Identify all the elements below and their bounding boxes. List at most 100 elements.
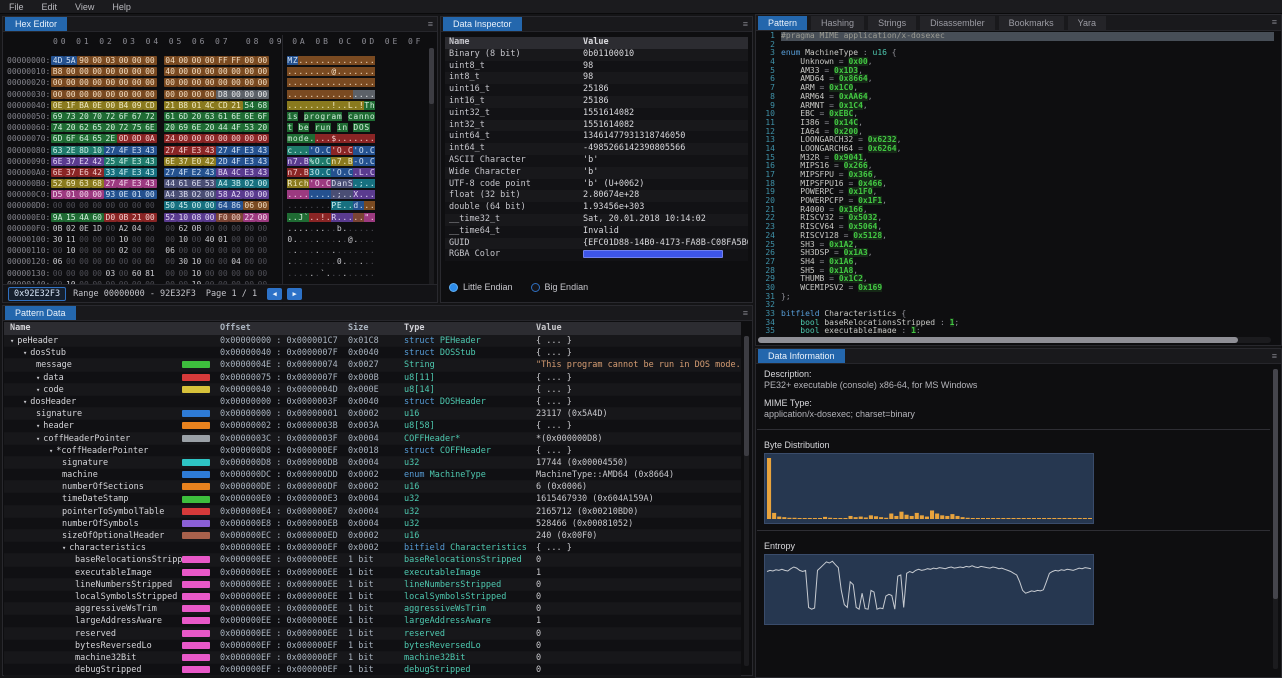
tab-hashing[interactable]: Hashing [811,16,864,30]
pattern-size: 0x0002 [348,542,404,553]
menu-item-view[interactable]: View [66,2,103,12]
inspector-row[interactable]: RGBA Color [445,249,748,261]
pattern-row[interactable]: ▾dosHeader0x00000000 : 0x0000003F0x0040s… [4,396,741,408]
pattern-row[interactable]: ▾dosStub0x00000040 : 0x0000007F0x0040str… [4,347,741,359]
panel-menu-icon[interactable]: ≡ [1272,17,1277,27]
inspector-row[interactable]: float (32 bit)2.80674e+28 [445,190,748,202]
inspector-row[interactable]: int8_t98 [445,72,748,84]
tab-hex-editor[interactable]: Hex Editor [5,17,67,31]
code-horizontal-scrollbar[interactable] [758,337,1271,343]
pattern-row[interactable]: lineNumbersStripped0x000000EE : 0x000000… [4,579,741,591]
pattern-row[interactable]: debugStripped0x000000EF : 0x000000EF1 bi… [4,664,741,676]
tab-data-inspector[interactable]: Data Inspector [443,17,522,31]
menu-item-edit[interactable]: Edit [33,2,67,12]
tree-expand-icon[interactable]: ▾ [36,422,40,430]
tab-yara[interactable]: Yara [1068,16,1106,30]
pattern-row[interactable]: reserved0x000000EE : 0x000000EE1 bitrese… [4,628,741,640]
pattern-row[interactable]: ▾data0x00000075 : 0x0000007F0x000Bu8[11]… [4,372,741,384]
tab-bookmarks[interactable]: Bookmarks [999,16,1064,30]
tree-expand-icon[interactable]: ▾ [49,447,53,455]
tree-expand-icon[interactable]: ▾ [36,374,40,382]
pattern-row[interactable]: signature0x000000D8 : 0x000000DB0x0004u3… [4,457,741,469]
pattern-type: enum MachineType [404,469,536,480]
ascii-row: ................ [287,70,375,81]
big-endian-radio[interactable] [531,283,540,292]
pattern-row[interactable]: timeDateStamp0x000000E0 : 0x000000E30x00… [4,493,741,505]
panel-menu-icon[interactable]: ≡ [428,19,433,29]
pattern-row[interactable]: ▾header0x00000002 : 0x0000003B0x003Au8[5… [4,420,741,432]
inspector-row[interactable]: uint16_t25186 [445,84,748,96]
inspector-row[interactable]: Wide Character'b' [445,167,748,179]
pattern-col-value[interactable]: Value [536,322,741,335]
tree-expand-icon[interactable]: ▾ [23,349,27,357]
pattern-row[interactable]: aggressiveWsTrim0x000000EE : 0x000000EE1… [4,603,741,615]
pattern-row[interactable]: largeAddressAware0x000000EE : 0x000000EE… [4,615,741,627]
inspector-row-name: int16_t [445,96,583,108]
inspector-row[interactable]: UTF-8 code point'b' (U+0062) [445,179,748,191]
pattern-row[interactable]: bytesReversedLo0x000000EF : 0x000000EF1 … [4,640,741,652]
inspector-row[interactable]: ASCII Character'b' [445,155,748,167]
code-line[interactable]: 35 bool executableImage : 1; [757,327,1274,333]
tree-expand-icon[interactable]: ▾ [10,337,14,345]
inspector-row[interactable]: __time64_tInvalid [445,226,748,238]
menu-item-help[interactable]: Help [103,2,140,12]
menu-bar: FileEditViewHelp [0,0,1282,14]
tree-expand-icon[interactable]: ▾ [36,435,40,443]
pattern-col-size[interactable]: Size [348,322,404,335]
inspector-row[interactable]: uint8_t98 [445,61,748,73]
pattern-table-scrollbar[interactable] [744,336,749,666]
tab-data-information[interactable]: Data Information [758,349,845,363]
code-line[interactable]: 1#pragma MIME application/x-dosexec [757,32,1274,41]
panel-menu-icon[interactable]: ≡ [1272,351,1277,361]
pattern-col-color[interactable] [182,322,220,335]
hex-scrollbar[interactable] [429,48,434,286]
inspector-row[interactable]: __time32_tSat, 20.01.2018 10:14:02 [445,214,748,226]
pattern-row[interactable]: machine32Bit0x000000EF : 0x000000EF1 bit… [4,652,741,664]
inspector-row[interactable]: int32_t1551614082 [445,120,748,132]
code-line[interactable]: 31}; [757,293,1274,302]
pattern-type: debugStripped [404,664,536,675]
pattern-row[interactable]: signature0x00000000 : 0x000000010x0002u1… [4,408,741,420]
pattern-row[interactable]: executableImage0x000000EE : 0x000000EE1 … [4,567,741,579]
code-editor[interactable]: 1#pragma MIME application/x-dosexec23enu… [757,32,1274,333]
next-page-button[interactable]: ▶ [287,288,302,300]
tree-expand-icon[interactable]: ▾ [62,544,66,552]
inspector-row[interactable]: int64_t-4985266142390805566 [445,143,748,155]
little-endian-radio[interactable] [449,283,458,292]
pattern-row[interactable]: ▾peHeader0x00000000 : 0x000001C70x01C8st… [4,335,741,347]
pattern-row[interactable]: localSymbolsStripped0x000000EE : 0x00000… [4,591,741,603]
inspector-row[interactable]: int16_t25186 [445,96,748,108]
tab-pattern[interactable]: Pattern [758,16,807,30]
pattern-row[interactable]: message0x0000004E : 0x000000740x0027Stri… [4,359,741,371]
menu-item-file[interactable]: File [0,2,33,12]
inspector-row[interactable]: uint32_t1551614082 [445,108,748,120]
inspector-row[interactable]: uint64_t13461477931318746050 [445,131,748,143]
inspector-row[interactable]: GUID{EFC01D88-14B0-4173-FA8B-C08FA5B62B2… [445,238,748,250]
pattern-row[interactable]: pointerToSymbolTable0x000000E4 : 0x00000… [4,506,741,518]
pattern-row[interactable]: sizeOfOptionalHeader0x000000EC : 0x00000… [4,530,741,542]
pattern-row[interactable]: baseRelocationsStripped0x000000EE : 0x00… [4,554,741,566]
tab-strings[interactable]: Strings [868,16,916,30]
code-line[interactable]: 30 WCEMIPSV2 = 0x169 [757,284,1274,293]
pattern-row[interactable]: ▾characteristics0x000000EE : 0x000000EF0… [4,542,741,554]
pattern-row[interactable]: numberOfSections0x000000DE : 0x000000DF0… [4,481,741,493]
inspector-row[interactable]: Binary (8 bit)0b01100010 [445,49,748,61]
prev-page-button[interactable]: ◀ [267,288,282,300]
pattern-row[interactable]: numberOfSymbols0x000000E8 : 0x000000EB0x… [4,518,741,530]
pattern-row[interactable]: machine0x000000DC : 0x000000DD0x0002enum… [4,469,741,481]
pattern-col-type[interactable]: Type [404,322,536,335]
tree-expand-icon[interactable]: ▾ [23,398,27,406]
pattern-col-name[interactable]: Name [4,322,182,335]
panel-menu-icon[interactable]: ≡ [743,19,748,29]
data-information-scrollbar[interactable] [1273,369,1278,669]
pattern-row[interactable]: ▾code0x00000040 : 0x0000004D0x000Eu8[14]… [4,384,741,396]
selection-chip[interactable]: 0x92E32F3 [8,287,66,301]
tab-pattern-data[interactable]: Pattern Data [5,306,76,320]
inspector-row[interactable]: double (64 bit)1.93456e+303 [445,202,748,214]
pattern-col-offset[interactable]: Offset [220,322,348,335]
panel-menu-icon[interactable]: ≡ [743,308,748,318]
pattern-row[interactable]: ▾coffHeaderPointer0x0000003C : 0x0000003… [4,433,741,445]
tree-expand-icon[interactable]: ▾ [36,386,40,394]
pattern-row[interactable]: ▾*coffHeaderPointer0x000000D8 : 0x000000… [4,445,741,457]
tab-disassembler[interactable]: Disassembler [920,16,995,30]
